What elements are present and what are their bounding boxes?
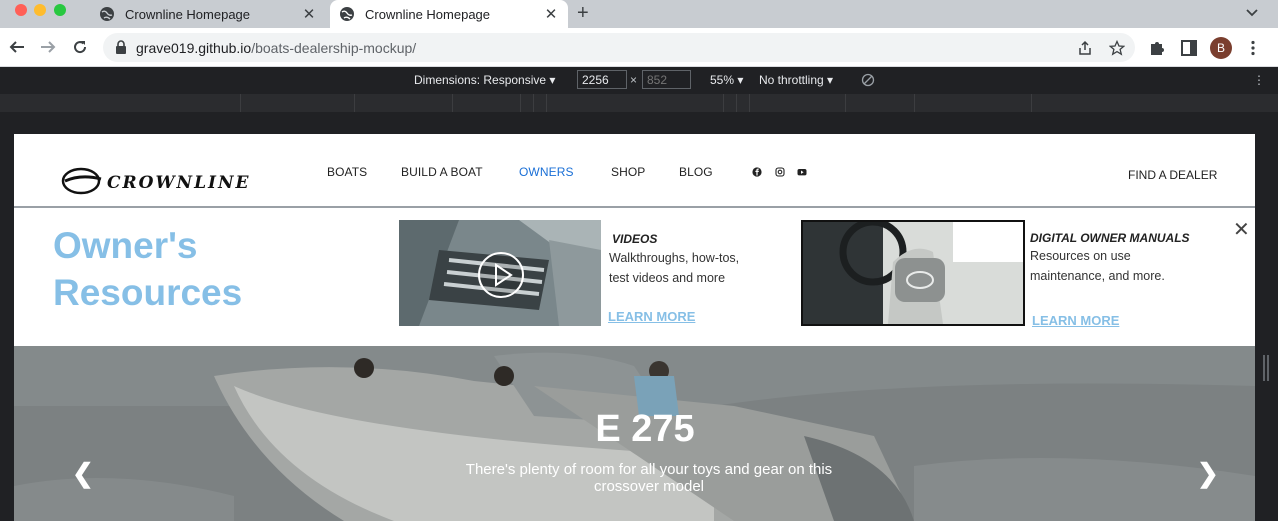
desc-line: test videos and more [609,271,726,285]
manuals-description: Resources on use maintenance, and more. [1030,246,1165,286]
manuals-thumbnail[interactable] [801,220,1025,326]
owners-dropdown-panel: Owner's Resources VIDEOS Walkthroughs, h… [14,206,1255,346]
address-bar[interactable]: grave019.github.io/boats-dealership-mock… [103,33,1135,62]
resize-handle[interactable] [1263,355,1269,381]
heading-line: Resources [53,272,243,313]
carousel-prev-button[interactable]: ❮ [72,458,94,489]
window-maximize-button[interactable] [54,4,66,16]
width-input[interactable] [577,70,627,89]
more-vertical-icon[interactable]: ⋮ [1253,73,1265,87]
carousel-next-button[interactable]: ❯ [1197,458,1219,489]
chevron-down-icon[interactable] [1244,4,1260,20]
url-path: /boats-dealership-mockup/ [251,40,417,56]
owners-resources-heading: Owner's Resources [53,222,313,316]
lock-icon[interactable] [115,40,127,54]
nav-shop[interactable]: SHOP [611,165,645,179]
nav-owners[interactable]: OWNERS [519,165,574,179]
ruler-tick[interactable] [749,94,750,112]
profile-avatar[interactable]: B [1210,37,1232,59]
manuals-learn-more-link[interactable]: LEARN MORE [1032,313,1119,328]
ruler-tick[interactable] [546,94,547,112]
videos-heading: VIDEOS [612,232,658,246]
device-toolbar: Dimensions: Responsive ▾ × 55% ▾ No thro… [0,67,1278,93]
nav-blog[interactable]: BLOG [679,165,713,179]
tab-title: Crownline Homepage [365,6,491,22]
ruler-tick[interactable] [845,94,846,112]
globe-icon [100,7,114,21]
desc-line: Walkthroughs, how-tos, [609,251,740,265]
window-minimize-button[interactable] [34,4,46,16]
ruler-tick[interactable] [1031,94,1032,112]
reload-icon[interactable] [71,38,89,56]
extensions-puzzle-icon[interactable] [1148,39,1166,57]
ruler-tick[interactable] [452,94,453,112]
ruler-tick[interactable] [533,94,534,112]
heading-line: Owner's [53,225,198,266]
throttling-dropdown[interactable]: No throttling ▾ [759,73,833,87]
play-icon[interactable] [477,251,525,299]
window-close-button[interactable] [15,4,27,16]
ruler-tick[interactable] [240,94,241,112]
instagram-icon[interactable] [775,167,785,177]
close-icon[interactable]: ✕ [540,5,562,23]
url-text[interactable]: grave019.github.io/boats-dealership-mock… [136,40,416,56]
hero-title: E 275 [595,408,695,450]
hero-carousel: E 275 There's plenty of room for all you… [14,346,1255,521]
close-icon[interactable]: ✕ [298,5,320,23]
share-icon[interactable] [1077,40,1093,56]
desc-line: maintenance, and more. [1030,269,1165,283]
videos-description: Walkthroughs, how-tos, test videos and m… [609,248,739,288]
site-header: CROWNLINE BOATS BUILD A BOAT OWNERS SHOP… [14,134,1255,206]
facebook-icon[interactable] [752,167,762,177]
times-sign: × [630,73,638,87]
hero-subtitle: There's plenty of room for all your toys… [465,461,833,495]
find-a-dealer-link[interactable]: FIND A DEALER [1128,168,1217,182]
more-vertical-icon[interactable] [1244,39,1262,57]
nav-build-a-boat[interactable]: BUILD A BOAT [401,165,483,179]
videos-thumbnail[interactable] [399,220,601,326]
ruler-tick[interactable] [736,94,737,112]
new-tab-button[interactable]: + [577,2,589,25]
media-query-ruler [0,94,1278,112]
back-arrow-icon[interactable] [8,38,26,56]
height-input[interactable] [642,70,691,89]
star-icon[interactable] [1109,40,1125,56]
globe-icon [340,7,354,21]
close-icon[interactable]: ✕ [1233,217,1250,241]
zoom-dropdown[interactable]: 55% ▾ [710,73,743,87]
browser-tab-active[interactable]: Crownline Homepage ✕ [330,0,568,28]
tab-strip: Crownline Homepage ✕ Crownline Homepage … [0,0,1278,28]
dimensions-dropdown[interactable]: Dimensions: Responsive ▾ [414,73,555,87]
side-panel-icon[interactable] [1180,39,1198,57]
url-domain: grave019.github.io [136,40,252,56]
ruler-tick[interactable] [914,94,915,112]
ruler-tick[interactable] [354,94,355,112]
browser-tab[interactable]: Crownline Homepage ✕ [90,0,326,28]
videos-learn-more-link[interactable]: LEARN MORE [608,309,695,324]
manuals-heading: DIGITAL OWNER MANUALS [1030,231,1190,245]
boat-helm-image [803,222,1023,324]
ruler-tick[interactable] [520,94,521,112]
rotate-icon[interactable] [861,73,875,87]
browser-toolbar: grave019.github.io/boats-dealership-mock… [0,28,1278,67]
forward-arrow-icon[interactable] [39,38,57,56]
tab-title: Crownline Homepage [125,6,251,22]
desc-line: Resources on use [1030,249,1131,263]
youtube-icon[interactable] [797,167,807,177]
nav-boats[interactable]: BOATS [327,165,367,179]
crownline-logo[interactable]: CROWNLINE [61,166,301,196]
ruler-tick[interactable] [723,94,724,112]
svg-text:CROWNLINE: CROWNLINE [107,173,251,193]
emulated-page: CROWNLINE BOATS BUILD A BOAT OWNERS SHOP… [14,134,1255,521]
